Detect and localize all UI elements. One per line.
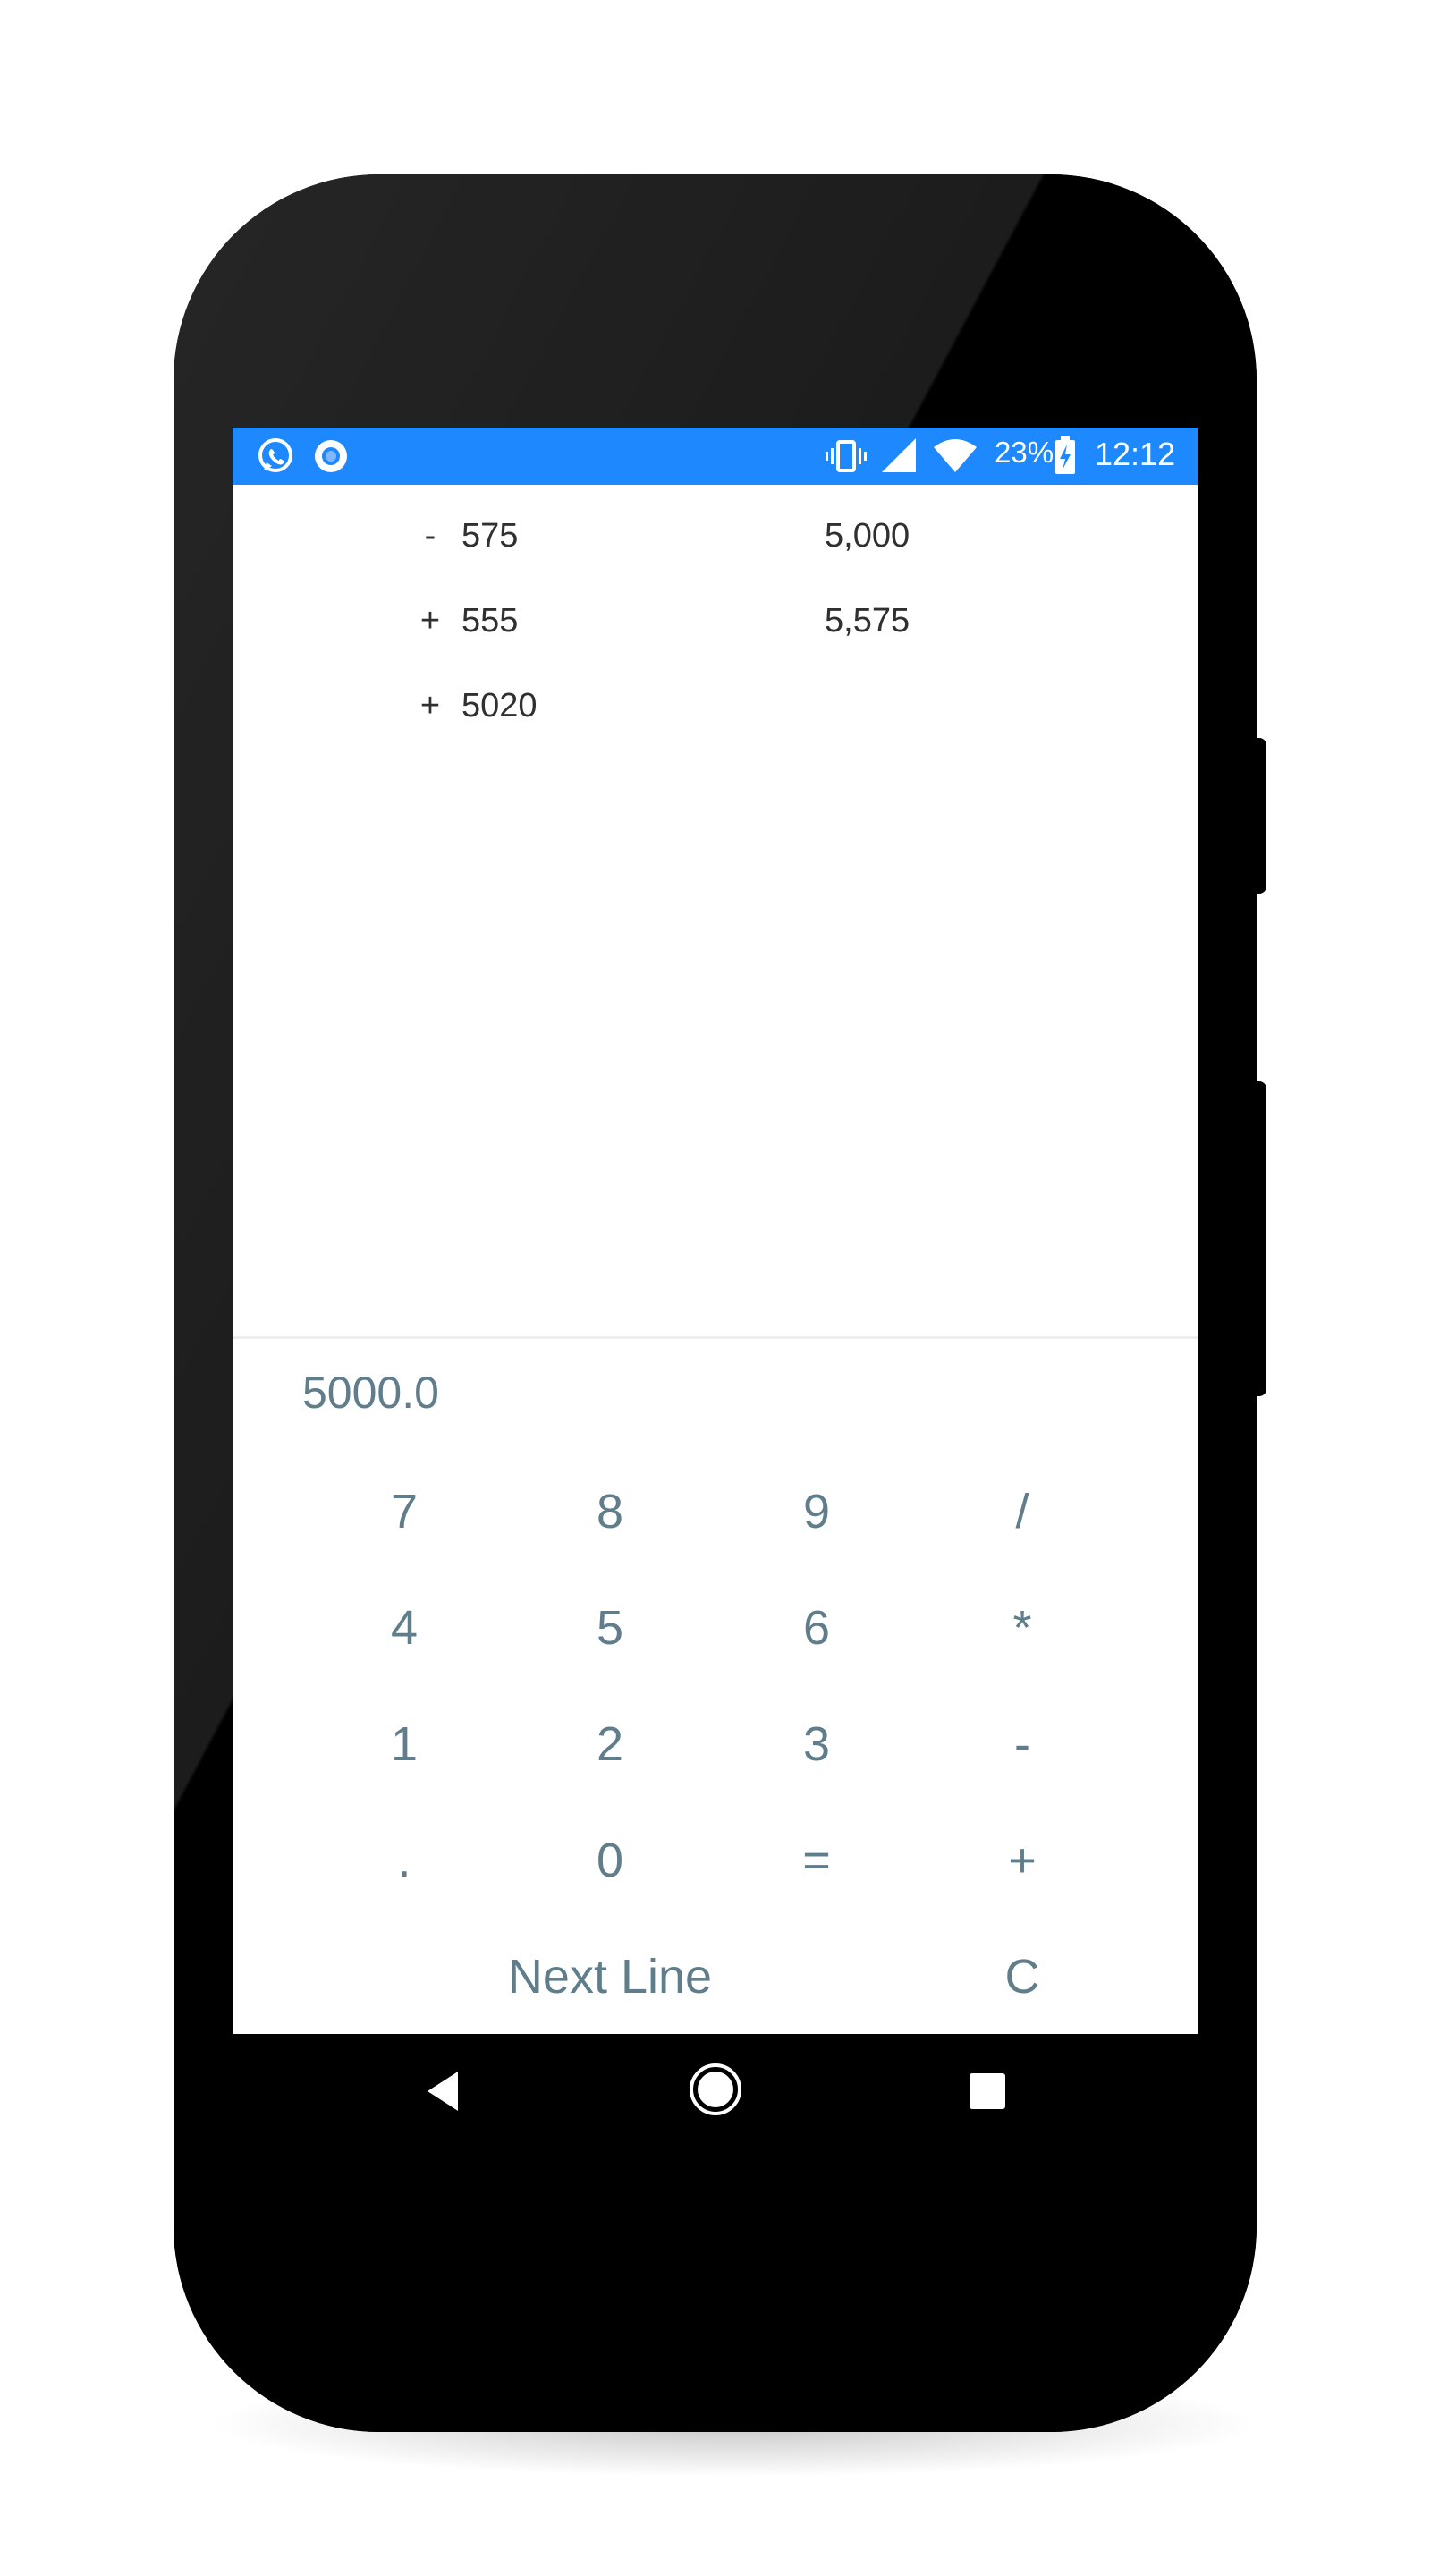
clear-button[interactable]: C	[933, 1928, 1112, 2026]
app-screen: 23% 12:12 - 575 5,000 + 555 5,575 + 5020…	[233, 428, 1198, 2034]
history-value: 575	[461, 517, 519, 555]
home-icon[interactable]	[687, 2061, 744, 2122]
history-operator: -	[424, 517, 436, 555]
key-3[interactable]: 3	[727, 1695, 906, 1793]
key-multiply[interactable]: *	[933, 1579, 1112, 1677]
key-6[interactable]: 6	[727, 1579, 906, 1677]
key-0[interactable]: 0	[521, 1811, 699, 1910]
status-bar: 23% 12:12	[233, 428, 1198, 485]
battery-charging-icon	[1054, 436, 1077, 479]
key-1[interactable]: 1	[315, 1695, 494, 1793]
vibrate-icon	[825, 438, 868, 478]
volume-button	[1252, 738, 1266, 894]
key-subtract[interactable]: -	[933, 1695, 1112, 1793]
history-total: 5,000	[825, 517, 910, 555]
key-decimal[interactable]: .	[315, 1811, 494, 1910]
clock: 12:12	[1095, 436, 1176, 472]
whatsapp-icon	[256, 436, 295, 479]
key-add[interactable]: +	[933, 1811, 1112, 1910]
next-line-button[interactable]: Next Line	[467, 1928, 753, 2026]
keypad-divider	[233, 1336, 1198, 1339]
cell-signal-icon	[880, 436, 918, 478]
input-display: 5000.0	[302, 1368, 439, 1418]
key-4[interactable]: 4	[315, 1579, 494, 1677]
battery-percent: 23%	[995, 436, 1054, 469]
key-2[interactable]: 2	[521, 1695, 699, 1793]
key-equals[interactable]: =	[727, 1811, 906, 1910]
key-9[interactable]: 9	[727, 1462, 906, 1561]
history-row: + 555 5,575	[233, 602, 1198, 656]
key-8[interactable]: 8	[521, 1462, 699, 1561]
circle-notification-icon	[313, 438, 349, 478]
power-button	[1252, 1081, 1266, 1396]
wifi-icon	[932, 438, 978, 478]
key-5[interactable]: 5	[521, 1579, 699, 1677]
history-value: 555	[461, 602, 519, 640]
history-operator: +	[419, 602, 441, 640]
key-divide[interactable]: /	[933, 1462, 1112, 1561]
recents-icon[interactable]	[968, 2072, 1007, 2114]
history-total: 5,575	[825, 602, 910, 640]
key-7[interactable]: 7	[315, 1462, 494, 1561]
back-icon[interactable]	[422, 2068, 465, 2118]
history-row: - 575 5,000	[233, 517, 1198, 571]
history-operator: +	[419, 687, 441, 724]
nav-bar	[233, 2034, 1198, 2150]
history-row: + 5020	[233, 687, 1198, 741]
history-value: 5020	[461, 687, 538, 724]
